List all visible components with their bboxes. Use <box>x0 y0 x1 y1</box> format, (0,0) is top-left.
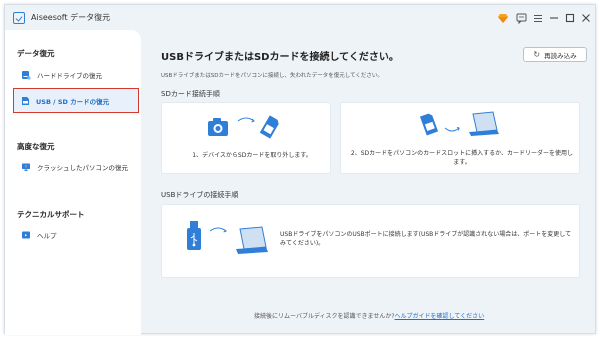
sidebar-item-label: クラッシュしたパソコンの復元 <box>37 164 128 172</box>
close-icon[interactable] <box>580 12 592 24</box>
app-window: Aiseesoft データ復元 データ復元 ハードドライブの復元 USB / S <box>4 4 596 335</box>
sidebar-item-crashed-pc[interactable]: クラッシュしたパソコンの復元 <box>15 156 135 178</box>
sd-card-icon <box>22 96 29 105</box>
sidebar-item-label: USB / SD カードの復元 <box>36 97 110 106</box>
sd-step-card-1: 1、デバイスからSDカードを取り外します。 <box>161 102 331 174</box>
app-logo-icon <box>13 12 25 24</box>
app-title: Aiseesoft データ復元 <box>31 13 111 22</box>
sidebar-heading-support: テクニカルサポート <box>17 210 85 219</box>
help-icon <box>22 231 30 239</box>
help-guide-link[interactable]: ヘルプガイドを確認してください <box>395 313 485 320</box>
usb-section-title: USBドライブの接続手順 <box>161 191 239 199</box>
sidebar-item-usb-sd[interactable]: USB / SD カードの復元 <box>13 88 139 113</box>
sd-to-laptop-illustration <box>419 111 499 136</box>
hard-drive-icon <box>22 71 31 80</box>
premium-icon[interactable] <box>497 12 509 24</box>
sidebar-heading-data-recovery: データ復元 <box>17 49 55 58</box>
usb-to-laptop-illustration <box>187 221 268 254</box>
page-subtitle: USBドライブまたはSDカードをパソコンに接続し、失われたデータを復元してくださ… <box>161 73 383 79</box>
footer-help: 接続後にリムーバブルディスクを認識できませんか?ヘルプガイドを確認してください <box>254 311 484 320</box>
sd-step-2-text: 2、SDカードをパソコンのカードスロットに挿入するか、カードリーダーを使用します… <box>350 150 574 166</box>
feedback-icon[interactable] <box>515 12 527 24</box>
sidebar-item-help[interactable]: ヘルプ <box>15 224 135 246</box>
usb-step-text: USBドライブをパソコンのUSBポートに接続します(USBドライブが認識されない… <box>280 231 572 247</box>
camera-to-sd-illustration <box>208 115 279 139</box>
sidebar-item-label: ヘルプ <box>37 232 57 240</box>
footer-text: 接続後にリムーバブルディスクを認識できませんか? <box>254 313 395 320</box>
page-title: USBドライブまたはSDカードを接続してください。 <box>161 52 399 63</box>
sidebar-item-label: ハードドライブの復元 <box>37 72 102 80</box>
sd-step-1-text: 1、デバイスからSDカードを取り外します。 <box>192 152 312 159</box>
refresh-icon: ↻ <box>533 50 541 59</box>
sidebar-item-hard-drive[interactable]: ハードドライブの復元 <box>15 64 135 86</box>
main-content: USBドライブまたはSDカードを接続してください。 ↻ 再読み込み USBドライ… <box>141 30 595 335</box>
refresh-button-label: 再読み込み <box>544 51 577 60</box>
sidebar-heading-advanced: 高度な復元 <box>17 142 55 151</box>
refresh-button[interactable]: ↻ 再読み込み <box>523 47 587 62</box>
sidebar: データ復元 ハードドライブの復元 USB / SD カードの復元 高度な復元 ク… <box>5 30 141 335</box>
usb-step-card: USBドライブをパソコンのUSBポートに接続します(USBドライブが認識されない… <box>161 204 580 278</box>
menu-icon[interactable] <box>532 12 544 24</box>
minimize-icon[interactable] <box>548 12 560 24</box>
title-bar: Aiseesoft データ復元 <box>5 5 595 30</box>
sd-step-card-2: 2、SDカードをパソコンのカードスロットに挿入するか、カードリーダーを使用します… <box>340 102 580 174</box>
maximize-icon[interactable] <box>564 12 576 24</box>
crashed-pc-icon <box>22 163 30 171</box>
sd-section-title: SDカード接続手順 <box>161 90 220 98</box>
